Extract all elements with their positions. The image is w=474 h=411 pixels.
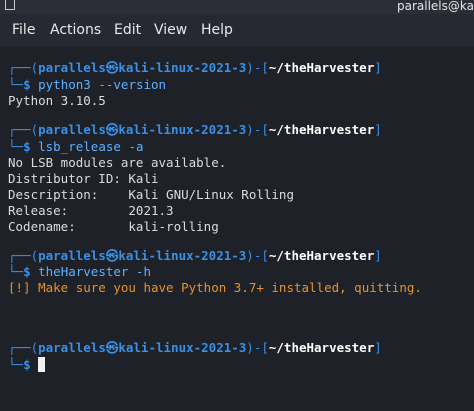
prompt-header: ┌──(parallels㉿kali-linux-2021-3)-[~/theH… (8, 340, 382, 355)
output-line: Distributor ID: Kali (8, 171, 159, 186)
output-line: Description: Kali GNU/Linux Rolling (8, 187, 294, 202)
window-titlebar: parallels@ka (0, 0, 474, 14)
menu-file[interactable]: File (12, 22, 35, 38)
menu-bar: File Actions Edit View Help (0, 14, 474, 46)
output-line: Codename: kali-rolling (8, 219, 219, 234)
command-line: └─$ theHarvester -h (8, 264, 152, 279)
text-cursor (38, 357, 46, 372)
command-line: └─$ lsb_release -a (8, 139, 144, 154)
prompt-header: ┌──(parallels㉿kali-linux-2021-3)-[~/theH… (8, 60, 382, 75)
window-menu-button[interactable] (5, 0, 15, 10)
menu-help[interactable]: Help (201, 22, 233, 38)
menu-view[interactable]: View (154, 22, 187, 38)
output-line: No LSB modules are available. (8, 155, 227, 170)
user-host-label: parallels@ka (397, 0, 474, 13)
active-command-line[interactable]: └─$ (8, 357, 46, 373)
menu-actions[interactable]: Actions (50, 22, 101, 38)
warning-line: [!] Make sure you have Python 3.7+ insta… (8, 280, 422, 295)
menu-edit[interactable]: Edit (114, 22, 141, 38)
prompt-header: ┌──(parallels㉿kali-linux-2021-3)-[~/theH… (8, 122, 382, 137)
command-line: └─$ python3 --version (8, 77, 167, 92)
prompt-header: ┌──(parallels㉿kali-linux-2021-3)-[~/theH… (8, 248, 382, 263)
output-line: Release: 2021.3 (8, 203, 174, 218)
output-line: Python 3.10.5 (8, 93, 106, 108)
terminal-output[interactable]: ┌──(parallels㉿kali-linux-2021-3)-[~/theH… (0, 46, 474, 411)
